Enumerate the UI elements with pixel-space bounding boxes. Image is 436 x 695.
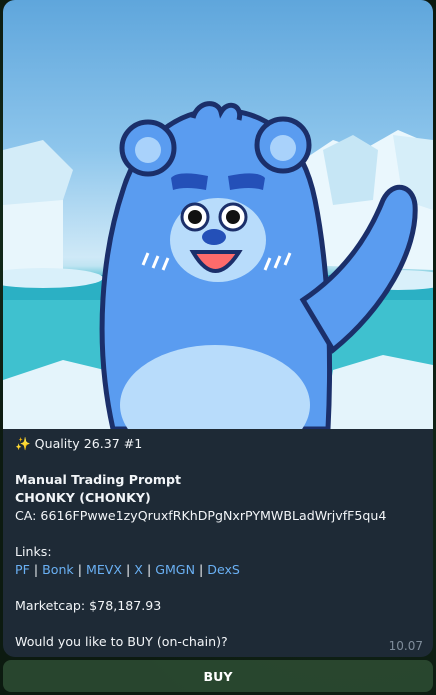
links-row: PF | Bonk | MEVX | X | GMGN | DexS — [15, 561, 421, 579]
prompt-title: Manual Trading Prompt — [15, 472, 182, 487]
link-separator: | — [73, 562, 86, 577]
buy-prompt: Would you like to BUY (on-chain)? — [15, 634, 228, 649]
link-bonk[interactable]: Bonk — [42, 562, 74, 577]
contract-address: CA: 6616FPwwe1zyQruxfRKhDPgNxrPYMWBLadWr… — [15, 508, 387, 523]
links-label: Links: — [15, 544, 52, 559]
link-separator: | — [122, 562, 135, 577]
token-image[interactable] — [3, 0, 433, 429]
link-dexs[interactable]: DexS — [207, 562, 240, 577]
link-x[interactable]: X — [134, 562, 143, 577]
link-separator: | — [29, 562, 43, 577]
buy-button[interactable]: BUY — [3, 660, 433, 692]
bear-illustration — [3, 101, 433, 429]
quality-line: ✨ Quality 26.37 #1 — [15, 436, 143, 451]
message-time: 10.07 — [388, 639, 423, 653]
marketcap: Marketcap: $78,187.93 — [15, 598, 162, 613]
link-separator: | — [195, 562, 208, 577]
message-bubble: ✨ Quality 26.37 #1 Manual Trading Prompt… — [3, 0, 433, 657]
link-pf[interactable]: PF — [15, 562, 30, 577]
link-mevx[interactable]: MEVX — [86, 562, 122, 577]
link-separator: | — [142, 562, 156, 577]
token-name: CHONKY (CHONKY) — [15, 490, 151, 505]
link-gmgn[interactable]: GMGN — [155, 562, 195, 577]
message-text: ✨ Quality 26.37 #1 Manual Trading Prompt… — [3, 429, 433, 651]
